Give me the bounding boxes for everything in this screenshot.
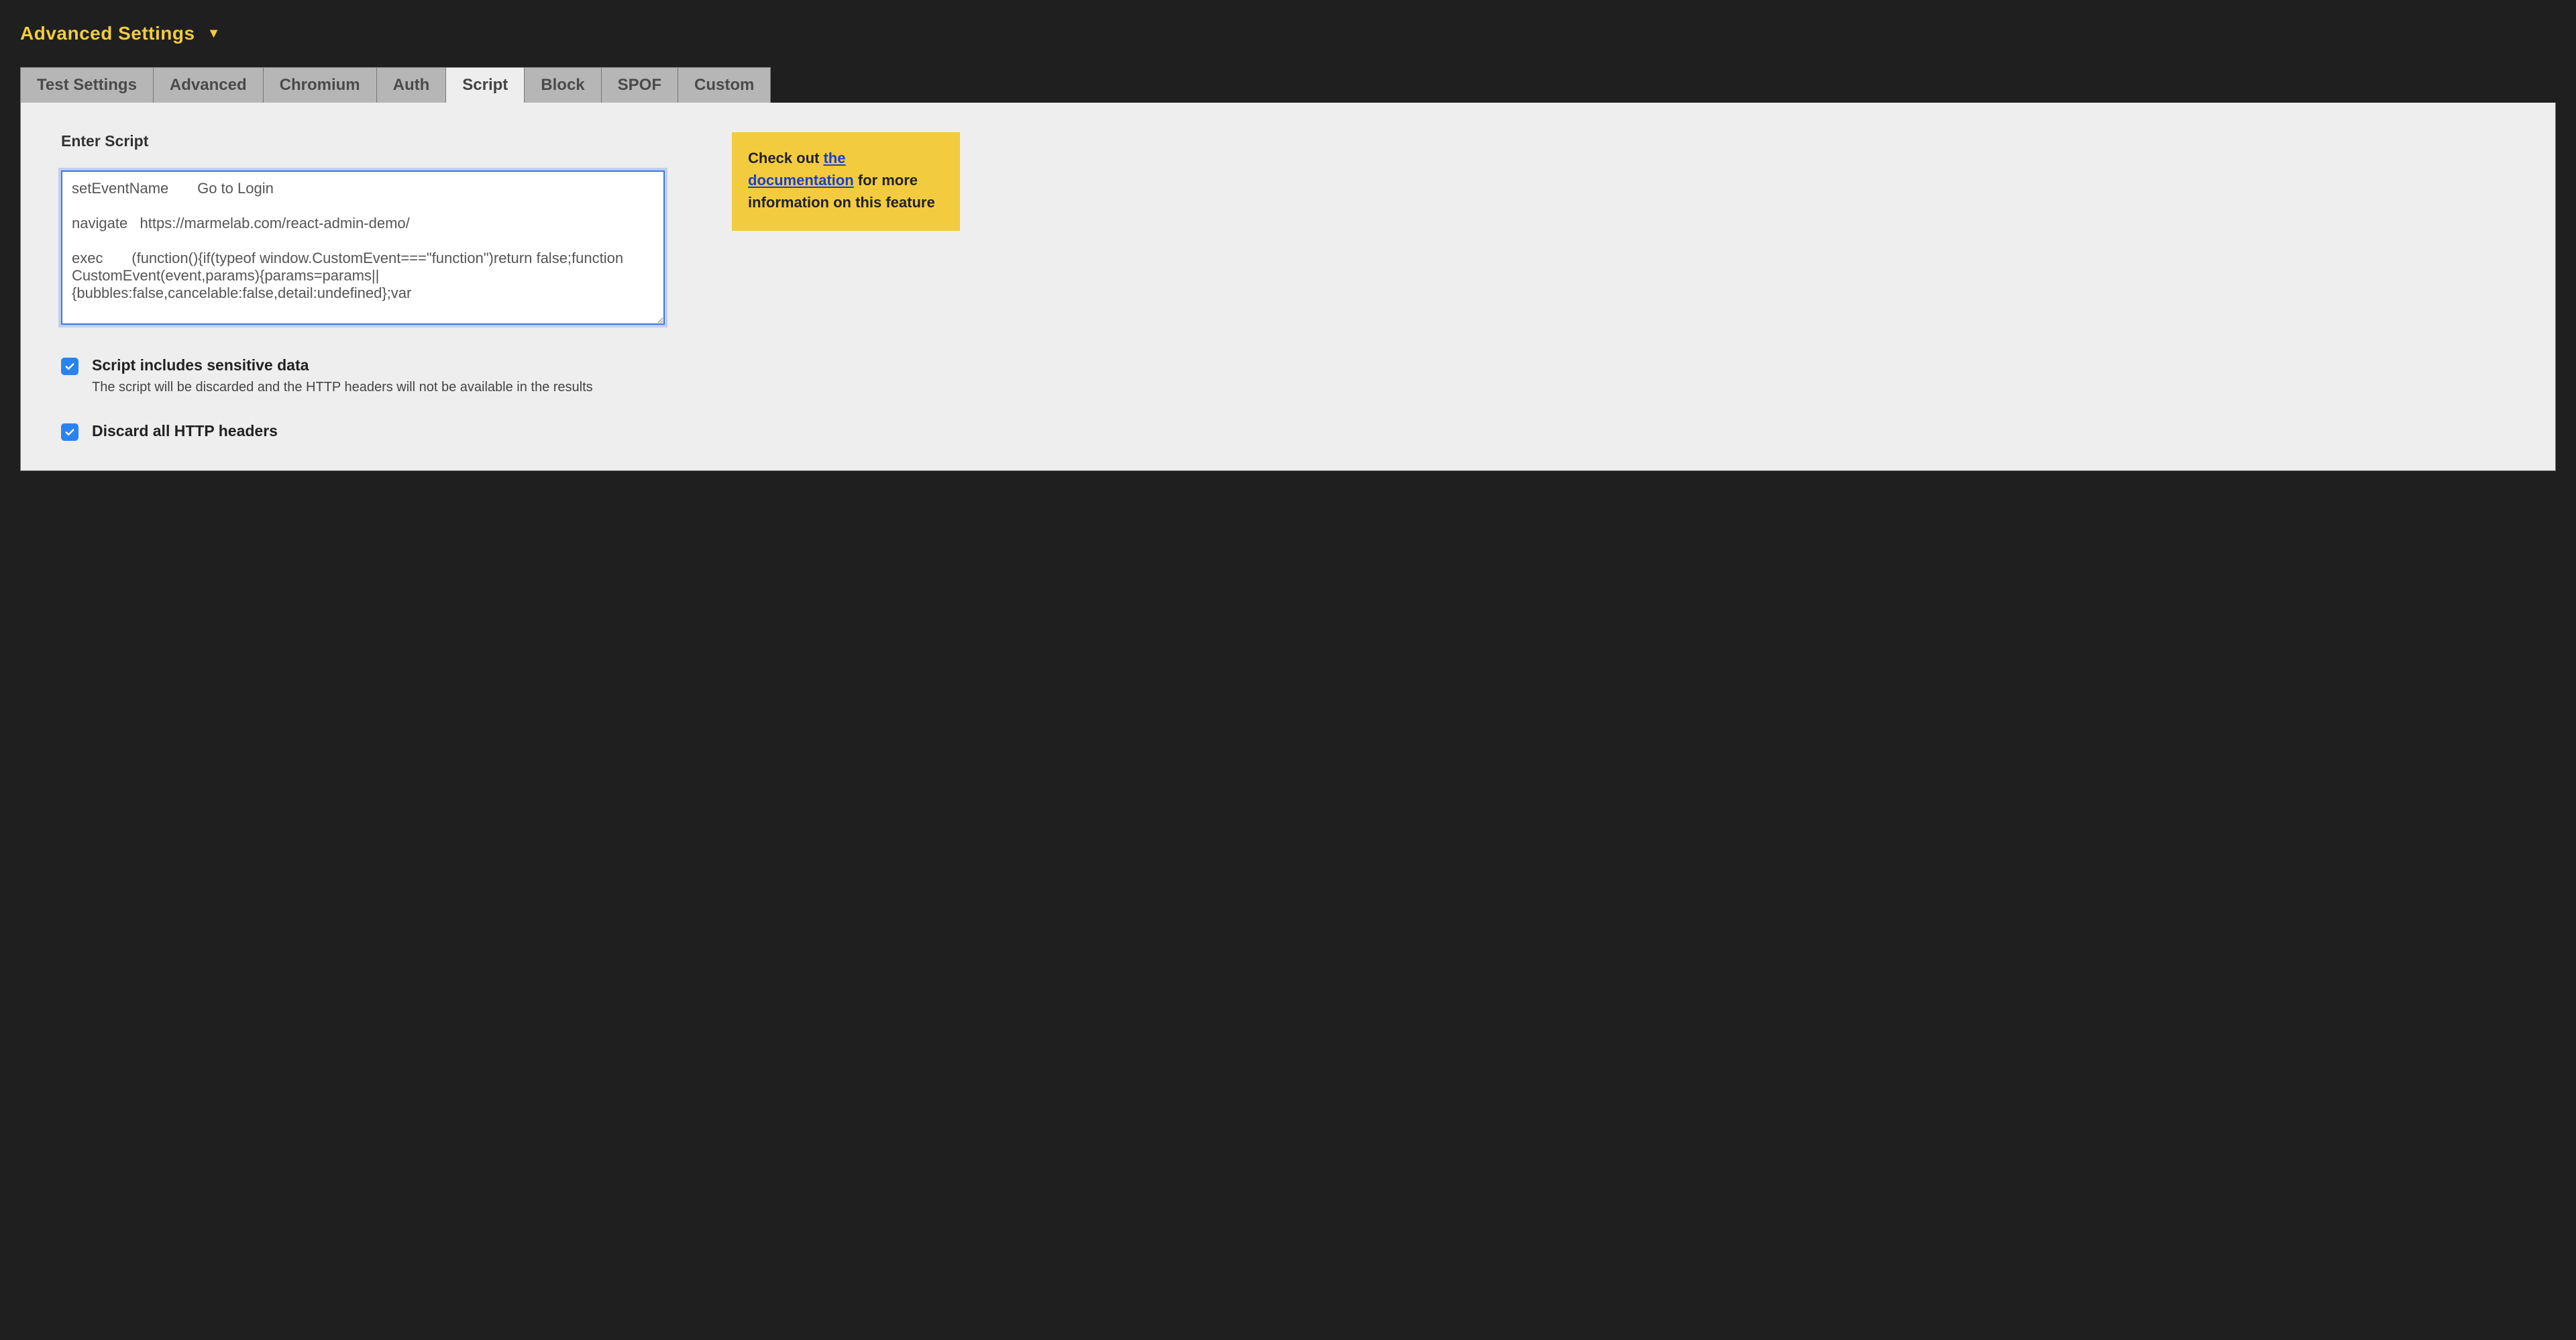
tab-advanced[interactable]: Advanced [154,67,264,103]
discard-headers-label: Discard all HTTP headers [92,422,278,440]
section-heading: Advanced Settings [20,23,195,44]
advanced-settings-toggle[interactable]: Advanced Settings ▼ [20,23,2556,44]
tab-auth[interactable]: Auth [377,67,447,103]
check-icon [64,360,76,372]
sensitive-data-checkbox[interactable] [61,358,78,375]
settings-tabs: Test SettingsAdvancedChromiumAuthScriptB… [20,67,2556,103]
tab-spof[interactable]: SPOF [602,67,678,103]
sensitive-data-label: Script includes sensitive data [92,356,593,374]
tab-script[interactable]: Script [446,67,525,103]
tab-chromium[interactable]: Chromium [264,67,377,103]
script-field-label: Enter Script [61,132,665,150]
tab-test-settings[interactable]: Test Settings [20,67,154,103]
script-input[interactable] [61,170,665,325]
check-icon [64,426,76,438]
discard-headers-checkbox[interactable] [61,423,78,441]
sensitive-data-description: The script will be discarded and the HTT… [92,380,593,395]
caret-down-icon: ▼ [207,27,221,40]
documentation-callout: Check out the documentation for more inf… [732,132,960,231]
callout-text-prefix: Check out [748,150,823,166]
tab-custom[interactable]: Custom [678,67,771,103]
script-tab-panel: Enter Script Script includes sensitive d… [20,103,2556,471]
tab-block[interactable]: Block [525,67,601,103]
